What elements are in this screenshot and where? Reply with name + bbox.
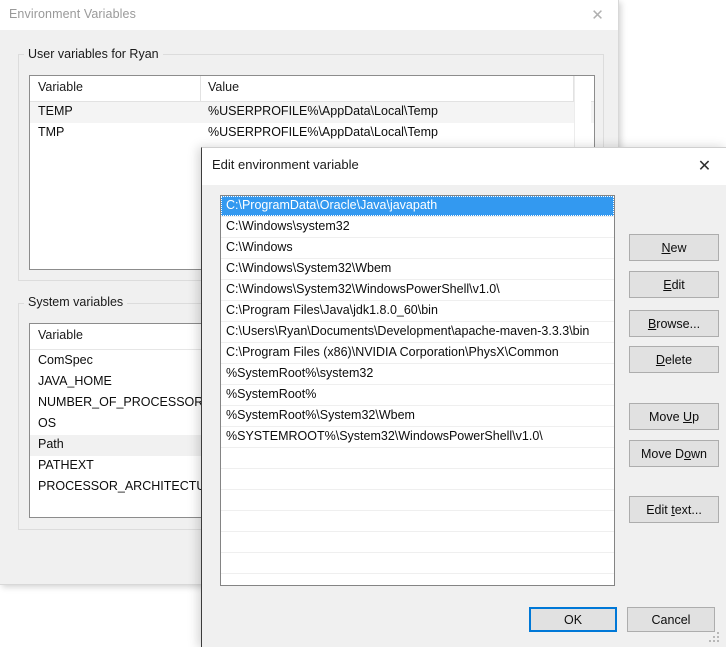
system-variable-name: JAVA_HOME [38,374,112,388]
browse-button[interactable]: Browse... [629,310,719,337]
path-entry-text: %SYSTEMROOT%\System32\WindowsPowerShell\… [226,429,543,443]
path-entry-text: %SystemRoot% [226,387,317,401]
path-list-item-empty[interactable] [221,448,614,469]
move-up-button[interactable]: Move Up [629,403,719,430]
new-button-accel: N [661,240,671,255]
user-variables-group-label: User variables for Ryan [24,47,163,61]
path-entry-text: %SystemRoot%\System32\Wbem [226,408,415,422]
path-list-item-empty[interactable] [221,532,614,553]
cancel-button[interactable]: Cancel [627,607,715,632]
path-list-item[interactable]: %SystemRoot% [221,385,614,406]
resize-grip-icon[interactable] [709,632,721,644]
path-entries-list[interactable]: C:\ProgramData\Oracle\Java\javapath C:\W… [220,195,615,586]
path-list-item-selected[interactable]: C:\ProgramData\Oracle\Java\javapath [221,196,614,217]
delete-button-label: elete [664,352,693,367]
path-list-item[interactable]: C:\Program Files (x86)\NVIDIA Corporatio… [221,343,614,364]
path-entry-text: C:\Windows\System32\Wbem [226,261,392,275]
edit-button[interactable]: Edit [629,271,719,298]
path-list-item[interactable]: C:\Windows [221,238,614,259]
move-down-button-label-end: wn [691,446,707,461]
path-list-item-empty[interactable] [221,490,614,511]
path-entry-text: C:\Windows\system32 [226,219,350,233]
edit-text-button-label-end: ext... [674,502,702,517]
system-variable-name: NUMBER_OF_PROCESSORS [38,395,212,409]
path-list-item-empty[interactable] [221,511,614,532]
focus-ring [221,196,614,216]
new-button-label: ew [670,240,687,255]
path-list-item[interactable]: %SystemRoot%\system32 [221,364,614,385]
move-up-button-label-end: p [692,409,700,424]
browse-button-label: rowse... [656,316,701,331]
edit-environment-variable-dialog: Edit environment variable ✕ C:\ProgramDa… [201,147,726,647]
user-variable-name: TMP [38,125,65,139]
edit-button-label: dit [671,277,685,292]
move-up-button-accel: U [683,409,693,424]
edit-dialog-titlebar: Edit environment variable ✕ [202,148,726,185]
close-icon[interactable]: ✕ [577,0,618,30]
user-variable-value: %USERPROFILE%\AppData\Local\Temp [208,104,438,118]
user-variable-value: %USERPROFILE%\AppData\Local\Temp [208,125,438,139]
delete-button-accel: D [655,352,665,367]
edit-text-button[interactable]: Edit t ext... [629,496,719,523]
system-variable-name: Path [38,437,64,451]
path-list-item-empty[interactable] [221,574,614,585]
user-variable-name: TEMP [38,104,73,118]
ok-button[interactable]: OK [529,607,617,632]
path-list-item[interactable]: C:\Windows\system32 [221,217,614,238]
table-row[interactable]: TEMP %USERPROFILE%\AppData\Local\Temp [30,102,594,123]
browse-button-accel: B [647,316,657,331]
environment-variables-titlebar: Environment Variables ✕ [0,0,618,30]
path-entry-text: C:\Program Files\Java\jdk1.8.0_60\bin [226,303,438,317]
edit-text-button-label: Edit [646,502,672,517]
edit-dialog-title: Edit environment variable [212,157,359,172]
delete-button[interactable]: Delete [629,346,719,373]
path-list-item[interactable]: C:\Windows\System32\Wbem [221,259,614,280]
path-list-item[interactable]: C:\Program Files\Java\jdk1.8.0_60\bin [221,301,614,322]
table-row[interactable]: TMP %USERPROFILE%\AppData\Local\Temp [30,123,594,144]
path-list-item-empty[interactable] [221,553,614,574]
path-entry-text: C:\Windows\System32\WindowsPowerShell\v1… [226,282,500,296]
environment-variables-title: Environment Variables [9,7,136,21]
path-entry-text: C:\Windows [226,240,293,254]
edit-dialog-body: C:\ProgramData\Oracle\Java\javapath C:\W… [202,185,726,647]
path-entry-text: C:\Users\Ryan\Documents\Development\apac… [226,324,590,338]
path-entry-text: C:\Program Files (x86)\NVIDIA Corporatio… [226,345,559,359]
path-list-item[interactable]: %SystemRoot%\System32\Wbem [221,406,614,427]
column-separator [200,76,201,101]
system-variable-name: ComSpec [38,353,93,367]
system-variable-name: OS [38,416,57,430]
move-down-button[interactable]: Move Do wn [629,440,719,467]
system-variable-name: PATHEXT [38,458,94,472]
new-button[interactable]: New [629,234,719,261]
move-down-button-label: Move D [640,446,685,461]
system-variables-column-variable: Variable [38,328,83,342]
path-list-item[interactable]: %SYSTEMROOT%\System32\WindowsPowerShell\… [221,427,614,448]
close-icon[interactable]: ✕ [682,148,726,185]
screen: Environment Variables ✕ User variables f… [0,0,726,647]
path-entry-text: %SystemRoot%\system32 [226,366,374,380]
move-up-button-label: Move [648,409,684,424]
edit-button-accel: E [663,277,672,292]
path-list-item[interactable]: C:\Users\Ryan\Documents\Development\apac… [221,322,614,343]
user-variables-column-variable: Variable [38,80,83,94]
path-list-item[interactable]: C:\Windows\System32\WindowsPowerShell\v1… [221,280,614,301]
move-down-button-accel: o [684,446,692,461]
system-variables-group-label: System variables [24,295,128,309]
path-list-item-empty[interactable] [221,469,614,490]
system-variable-name: PROCESSOR_ARCHITECTURE [38,479,223,493]
user-variables-column-value: Value [208,80,240,94]
user-variables-table-header: Variable Value [30,76,594,102]
